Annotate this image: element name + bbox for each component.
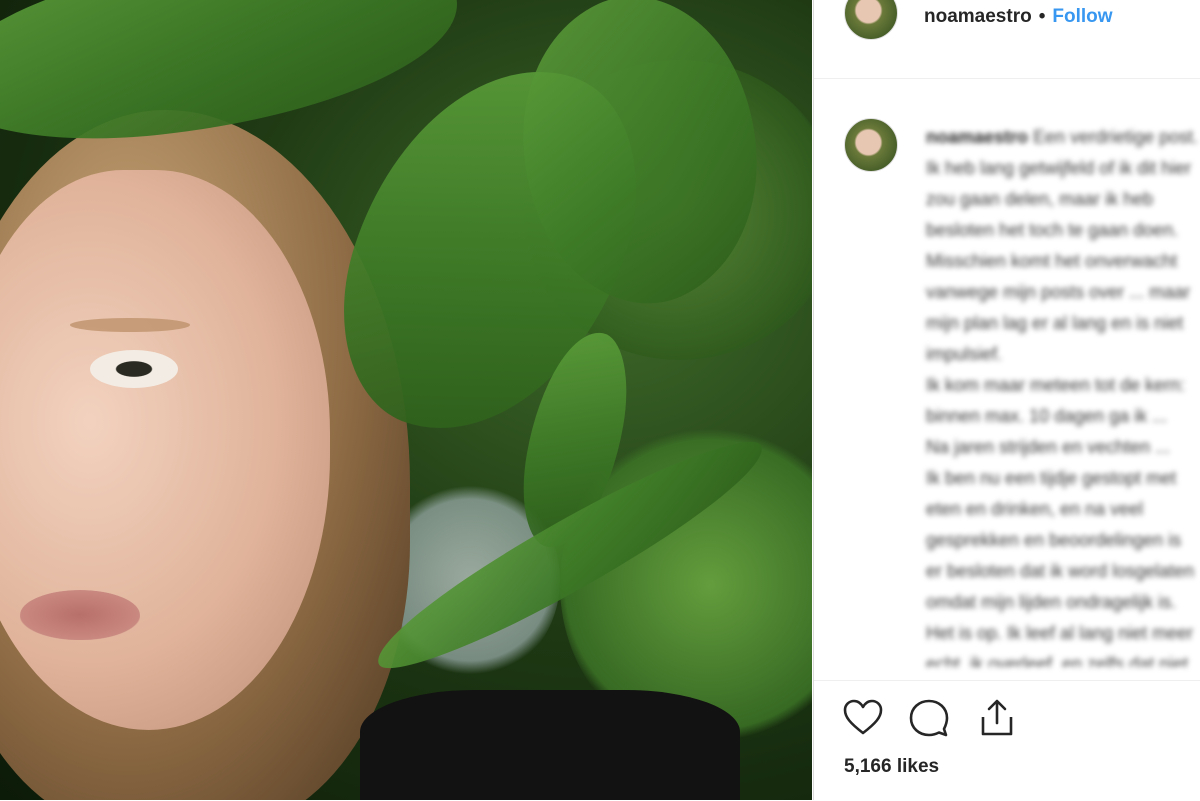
post-sidebar: noamaestro • Follow noamaestro Een verdr… [813, 0, 1200, 800]
portrait-shirt [360, 690, 740, 800]
caption-username[interactable]: noamaestro [926, 127, 1028, 147]
heart-icon[interactable] [840, 695, 886, 741]
portrait-eye [90, 350, 178, 388]
separator-dot: • [1038, 6, 1046, 27]
author-row: noamaestro • Follow [924, 4, 1113, 30]
author-avatar[interactable] [844, 0, 898, 40]
likes-count[interactable]: 5,166 likes [844, 756, 939, 778]
caption-text: Een verdrietige post. Ik heb lang getwij… [926, 127, 1199, 667]
portrait-lips [20, 590, 140, 640]
share-upload-icon[interactable] [974, 695, 1020, 741]
post-header: noamaestro • Follow [814, 0, 1200, 79]
action-bar: 5,166 likes [814, 680, 1200, 801]
post-photo [0, 0, 812, 800]
follow-button[interactable]: Follow [1052, 6, 1112, 28]
post-caption: noamaestro Een verdrietige post. Ik heb … [926, 122, 1200, 667]
caption-avatar[interactable] [844, 118, 898, 172]
author-username[interactable]: noamaestro [924, 6, 1032, 28]
comment-bubble-icon[interactable] [906, 695, 952, 741]
portrait-brow [70, 318, 190, 332]
